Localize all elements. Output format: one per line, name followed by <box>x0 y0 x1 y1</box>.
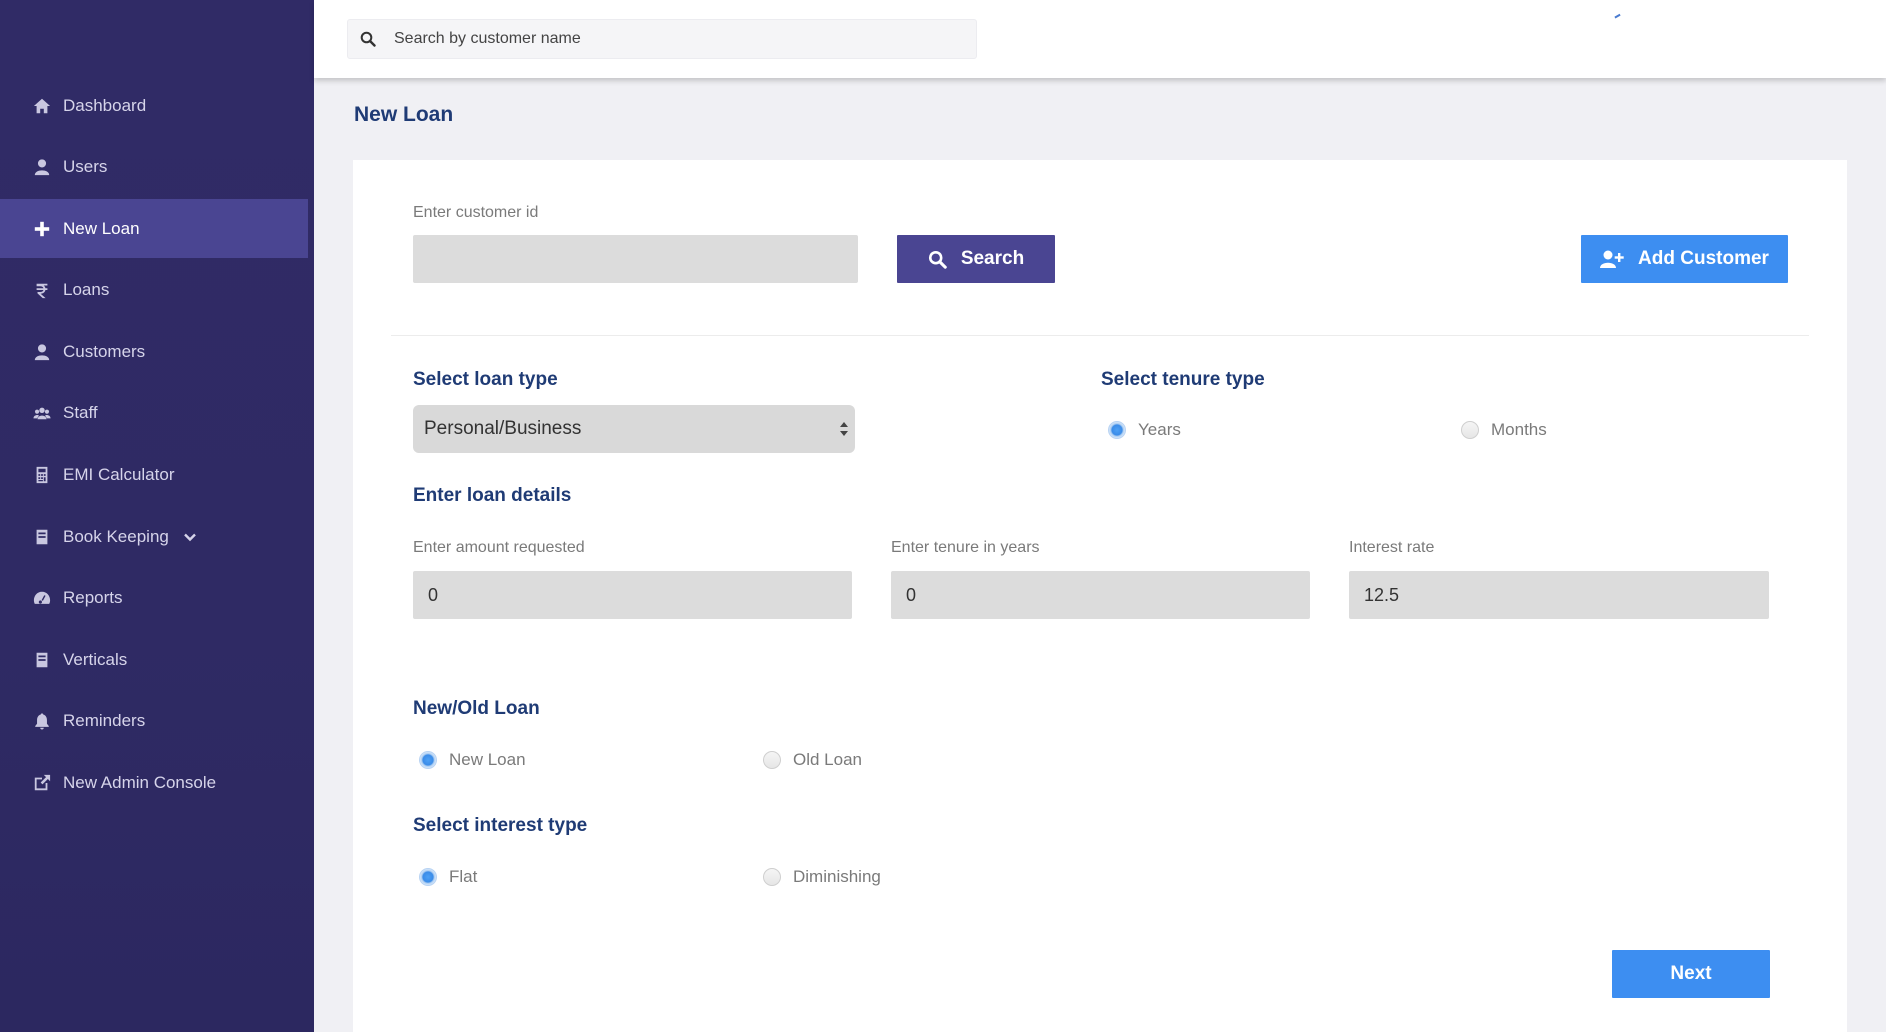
user-icon <box>32 157 52 177</box>
sidebar-item-label: Reminders <box>63 711 146 731</box>
flat-interest-radio[interactable]: Flat <box>419 867 477 887</box>
select-arrows-icon <box>840 422 848 436</box>
sidebar-item-label: Loans <box>63 280 110 300</box>
sidebar-item-label: Customers <box>63 341 146 361</box>
interest-type-heading: Select interest type <box>413 815 588 836</box>
new-old-loan-heading: New/Old Loan <box>413 698 540 719</box>
add-customer-button-label: Add Customer <box>1638 248 1769 269</box>
calculator-icon <box>32 465 52 485</box>
radio-label: Months <box>1491 420 1547 439</box>
loan-details-heading: Enter loan details <box>413 485 572 506</box>
sidebar-item-new-admin-console[interactable]: New Admin Console <box>0 754 314 813</box>
sidebar-item-label: Verticals <box>63 649 128 669</box>
interest-rate-label: Interest rate <box>1349 539 1435 556</box>
dashboard-gauge-icon <box>32 588 52 608</box>
sidebar-item-new-loan[interactable]: New Loan <box>0 199 308 259</box>
group-icon <box>32 403 52 423</box>
sidebar-item-label: Dashboard <box>63 95 147 115</box>
tenure-years-input[interactable] <box>891 571 1310 619</box>
profile-dropdown-caret[interactable] <box>1614 13 1622 21</box>
sidebar-item-label: New Admin Console <box>63 773 217 793</box>
interest-rate-input[interactable] <box>1349 571 1769 619</box>
tenure-type-heading: Select tenure type <box>1101 369 1265 390</box>
add-customer-button[interactable]: Add Customer <box>1581 235 1788 283</box>
customer-search-box <box>347 19 977 59</box>
section-divider <box>391 335 1809 336</box>
next-button[interactable]: Next <box>1612 950 1770 998</box>
radio-unselected-icon <box>763 751 781 769</box>
sidebar: Dashboard Users New Loan Loans Customers… <box>0 0 314 1032</box>
sidebar-item-label: EMI Calculator <box>63 465 175 485</box>
diminishing-interest-radio[interactable]: Diminishing <box>763 867 881 887</box>
sidebar-item-label: Users <box>63 157 108 177</box>
radio-label: Old Loan <box>793 750 862 769</box>
search-icon <box>928 250 947 269</box>
sidebar-item-dashboard[interactable]: Dashboard <box>0 76 314 135</box>
next-button-label: Next <box>1670 963 1712 984</box>
sidebar-nav: Dashboard Users New Loan Loans Customers… <box>0 76 314 815</box>
customer-id-input[interactable] <box>413 235 858 283</box>
old-loan-radio[interactable]: Old Loan <box>763 750 862 770</box>
sidebar-item-book-keeping[interactable]: Book Keeping <box>0 507 314 566</box>
sidebar-item-label: Book Keeping <box>63 526 169 546</box>
sidebar-item-staff[interactable]: Staff <box>0 384 314 443</box>
book-icon <box>32 650 52 670</box>
top-bar <box>314 0 1886 78</box>
radio-unselected-icon <box>763 868 781 886</box>
search-button-label: Search <box>960 248 1025 269</box>
customer-name-search-input[interactable] <box>394 30 954 48</box>
radio-selected-icon <box>1108 421 1126 439</box>
external-link-icon <box>32 773 52 793</box>
new-loan-form-card: Enter customer id Search Add Customer Se… <box>353 160 1847 1032</box>
loan-type-selected-value: Personal/Business <box>424 418 582 439</box>
sidebar-item-loans[interactable]: Loans <box>0 261 314 320</box>
sidebar-item-reports[interactable]: Reports <box>0 569 314 628</box>
radio-selected-icon <box>419 751 437 769</box>
loan-type-heading: Select loan type <box>413 369 558 390</box>
book-icon <box>32 527 52 547</box>
radio-unselected-icon <box>1461 421 1479 439</box>
plus-icon <box>32 219 52 239</box>
tenure-years-label: Enter tenure in years <box>891 539 1040 556</box>
home-icon <box>32 96 52 116</box>
tenure-years-radio[interactable]: Years <box>1108 420 1181 440</box>
amount-requested-input[interactable] <box>413 571 852 619</box>
amount-requested-label: Enter amount requested <box>413 539 585 556</box>
tenure-months-radio[interactable]: Months <box>1461 420 1547 440</box>
add-user-icon <box>1600 250 1624 268</box>
sidebar-item-label: Reports <box>63 588 123 608</box>
customer-id-label: Enter customer id <box>413 204 539 221</box>
sidebar-item-label: Staff <box>63 403 98 423</box>
radio-label: Diminishing <box>793 867 881 886</box>
search-icon <box>348 31 388 47</box>
loan-type-select[interactable]: Personal/Business <box>413 405 855 453</box>
radio-label: Years <box>1138 420 1181 439</box>
radio-selected-icon <box>419 868 437 886</box>
radio-label: New Loan <box>449 750 526 769</box>
rupee-icon <box>32 280 52 300</box>
bell-icon <box>32 711 52 731</box>
sidebar-item-emi-calculator[interactable]: EMI Calculator <box>0 446 314 505</box>
sidebar-item-label: New Loan <box>63 218 140 238</box>
user-icon <box>32 342 52 362</box>
radio-label: Flat <box>449 867 478 886</box>
chevron-down-icon[interactable] <box>183 530 197 544</box>
sidebar-item-customers[interactable]: Customers <box>0 322 314 381</box>
search-customer-button[interactable]: Search <box>897 235 1055 283</box>
sidebar-item-reminders[interactable]: Reminders <box>0 692 314 751</box>
sidebar-item-users[interactable]: Users <box>0 138 314 197</box>
sidebar-item-verticals[interactable]: Verticals <box>0 630 314 689</box>
page-title: New Loan <box>354 103 454 126</box>
new-loan-radio[interactable]: New Loan <box>419 750 526 770</box>
